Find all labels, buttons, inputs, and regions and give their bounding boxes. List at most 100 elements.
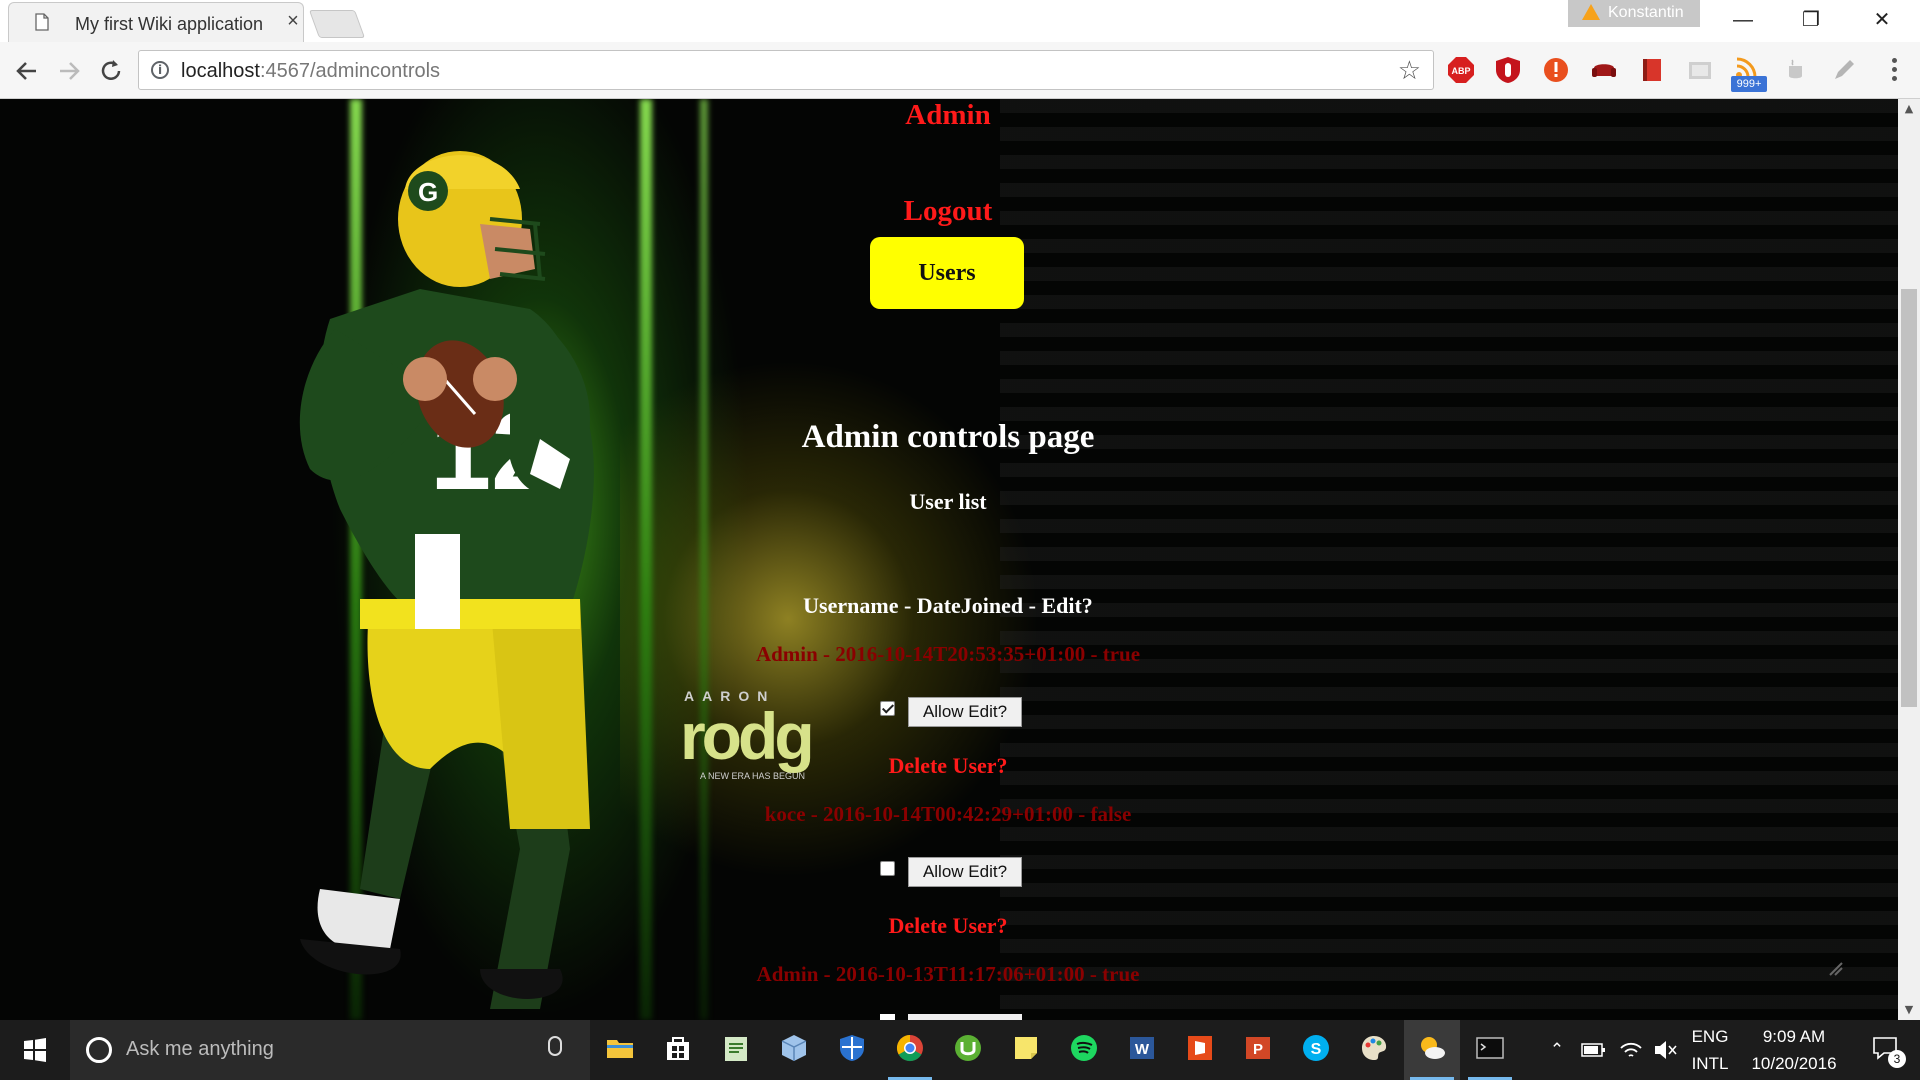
- scrollbar-thumb[interactable]: [1901, 289, 1917, 707]
- browser-toolbar: i localhost:4567/admincontrols ☆ ABP 999…: [0, 42, 1920, 99]
- word-icon: W: [1130, 1037, 1154, 1059]
- bookmark-extension-icon[interactable]: [1638, 56, 1666, 84]
- ublock-icon[interactable]: [1494, 56, 1522, 84]
- tab-close-icon[interactable]: ×: [283, 11, 303, 31]
- allow-edit-checkbox[interactable]: [880, 861, 895, 876]
- cube-icon: [781, 1035, 807, 1061]
- cup-extension-icon[interactable]: [1782, 56, 1810, 84]
- windows-taskbar: Ask me anything W P S ⌃ ENG INTL 9:09 AM…: [0, 1020, 1920, 1080]
- page-scrollbar[interactable]: ▲ ▼: [1898, 99, 1920, 1020]
- page-viewport: 12 G AARON rodg A NEW ERA HAS BEGUN Admi…: [0, 99, 1898, 1020]
- page-title: Admin controls page: [801, 419, 1095, 455]
- shield-icon: [840, 1035, 864, 1061]
- utorrent-app[interactable]: [940, 1020, 996, 1080]
- pocket-sofa-icon[interactable]: [1590, 56, 1618, 84]
- user-entry: Admin - 2016-10-14T20:53:35+01:00 - true: [755, 642, 1141, 666]
- wifi-icon[interactable]: [1618, 1020, 1644, 1080]
- browser-tab[interactable]: My first Wiki application ×: [8, 2, 304, 42]
- tray-chevron-icon[interactable]: ⌃: [1546, 1020, 1568, 1080]
- url-text: localhost:4567/admincontrols: [181, 60, 441, 82]
- cortana-icon[interactable]: [86, 1037, 112, 1063]
- virtualbox-app[interactable]: [766, 1020, 822, 1080]
- svg-text:S: S: [1311, 1041, 1322, 1058]
- clock-time: 9:09 AM: [1762, 1027, 1826, 1046]
- bookmark-star-icon[interactable]: ☆: [1398, 57, 1421, 83]
- store-app[interactable]: [650, 1020, 706, 1080]
- weather-app[interactable]: [1404, 1020, 1460, 1080]
- rss-badge: 999+: [1731, 76, 1767, 92]
- microphone-icon[interactable]: [548, 1036, 562, 1056]
- user-entry: koce - 2016-10-14T00:42:29+01:00 - false: [764, 802, 1132, 826]
- allow-edit-checkbox[interactable]: [880, 701, 895, 716]
- paint-app[interactable]: [1346, 1020, 1402, 1080]
- user-list-heading: User list: [909, 489, 987, 514]
- svg-text:W: W: [1135, 1041, 1150, 1058]
- notification-count-badge: 3: [1888, 1050, 1906, 1068]
- allow-edit-button[interactable]: Allow Edit?: [908, 857, 1022, 887]
- file-explorer-app[interactable]: [592, 1020, 648, 1080]
- alert-extension-icon[interactable]: [1542, 56, 1570, 84]
- resize-grip-icon: [1829, 962, 1843, 976]
- forward-arrow-icon[interactable]: [52, 54, 86, 88]
- admin-link[interactable]: Admin: [0, 99, 1896, 132]
- allow-edit-button[interactable]: Allow Edit?: [908, 697, 1022, 727]
- profile-name: Konstantin: [1608, 4, 1684, 21]
- store-icon: [667, 1037, 689, 1060]
- chrome-menu-icon[interactable]: [1884, 58, 1904, 86]
- utorrent-icon: [955, 1035, 981, 1061]
- word-app[interactable]: W: [1114, 1020, 1170, 1080]
- spotify-app[interactable]: [1056, 1020, 1112, 1080]
- skype-app[interactable]: S: [1288, 1020, 1344, 1080]
- palette-icon: [1362, 1036, 1387, 1060]
- delete-user-link[interactable]: Delete User?: [0, 753, 1896, 779]
- adblock-plus-icon[interactable]: ABP: [1447, 56, 1475, 84]
- powerpoint-app[interactable]: P: [1230, 1020, 1286, 1080]
- back-arrow-icon[interactable]: [10, 54, 44, 88]
- skype-icon: S: [1303, 1035, 1329, 1061]
- warning-icon: [1582, 4, 1600, 20]
- action-center-button[interactable]: 3: [1858, 1020, 1914, 1080]
- reload-icon[interactable]: [94, 54, 128, 88]
- defender-app[interactable]: [824, 1020, 880, 1080]
- user-entry: Admin - 2016-10-13T11:17:06+01:00 - true: [756, 962, 1140, 986]
- powerpoint-icon: P: [1246, 1037, 1270, 1059]
- scroll-up-arrow-icon[interactable]: ▲: [1898, 99, 1920, 119]
- page-icon: [35, 13, 49, 31]
- speaker-muted-icon[interactable]: [1652, 1020, 1678, 1080]
- battery-icon[interactable]: [1580, 1020, 1606, 1080]
- browser-tabstrip: My first Wiki application × Konstantin —…: [0, 0, 1920, 42]
- site-info-icon[interactable]: i: [151, 61, 169, 79]
- delete-user-link[interactable]: Delete User?: [0, 913, 1896, 939]
- users-button[interactable]: Users: [870, 237, 1024, 309]
- clock-date: 10/20/2016: [1751, 1054, 1837, 1073]
- address-bar[interactable]: i localhost:4567/admincontrols ☆: [138, 50, 1434, 90]
- chrome-app[interactable]: [882, 1020, 938, 1080]
- svg-text:P: P: [1253, 1041, 1263, 1058]
- profile-button[interactable]: Konstantin: [1568, 0, 1700, 27]
- language-indicator[interactable]: ENG INTL: [1688, 1020, 1732, 1080]
- logout-link[interactable]: Logout: [0, 195, 1896, 228]
- taskbar-clock[interactable]: 9:09 AM 10/20/2016: [1734, 1020, 1854, 1080]
- sticky-notes-app[interactable]: [998, 1020, 1054, 1080]
- column-header: Username - DateJoined - Edit?: [803, 593, 1093, 618]
- search-placeholder: Ask me anything: [126, 1038, 274, 1060]
- admin-content: Admin Logout Users Admin controls page U…: [0, 99, 1898, 1020]
- windows-start-icon[interactable]: [0, 1020, 70, 1080]
- office-app[interactable]: [1172, 1020, 1228, 1080]
- terminal-app[interactable]: [1462, 1020, 1518, 1080]
- taskbar-search[interactable]: Ask me anything: [70, 1020, 590, 1080]
- notepad-icon: [725, 1037, 747, 1061]
- new-tab-button[interactable]: [308, 10, 366, 38]
- screenshot-extension-icon[interactable]: [1686, 56, 1714, 84]
- sticky-note-icon: [1015, 1037, 1037, 1059]
- scroll-down-arrow-icon[interactable]: ▼: [1898, 1000, 1920, 1020]
- notepad-app[interactable]: [708, 1020, 764, 1080]
- minimize-button[interactable]: —: [1714, 0, 1772, 40]
- pen-extension-icon[interactable]: [1830, 56, 1858, 84]
- terminal-icon: [1476, 1037, 1504, 1059]
- close-window-button[interactable]: ✕: [1853, 0, 1911, 40]
- restore-button[interactable]: ❐: [1782, 0, 1840, 40]
- folder-icon: [607, 1040, 633, 1058]
- tab-title: My first Wiki application: [75, 14, 264, 34]
- office-icon: [1188, 1036, 1212, 1060]
